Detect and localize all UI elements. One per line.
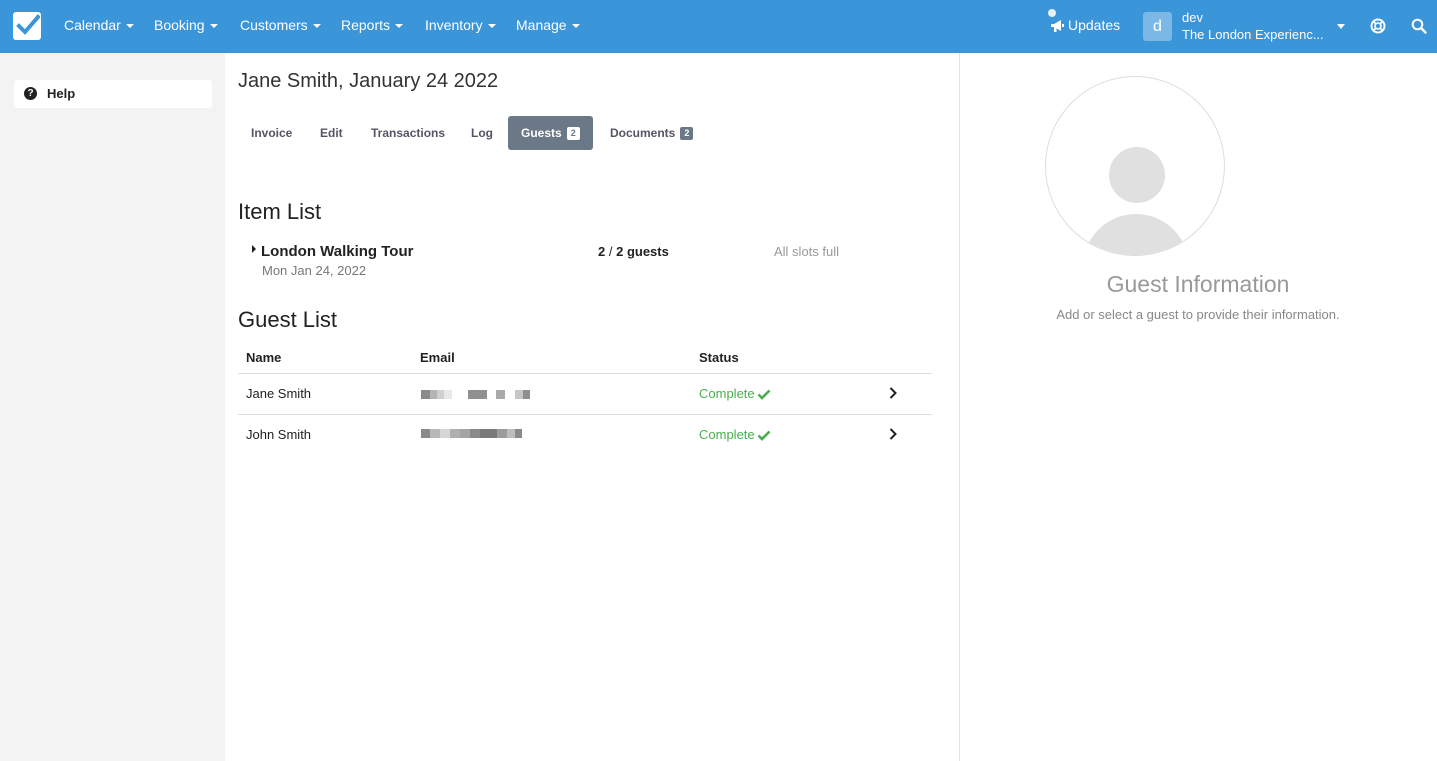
megaphone-icon	[1051, 20, 1064, 33]
caret-down-icon	[487, 24, 496, 29]
help-button[interactable]: ? Help	[14, 80, 212, 108]
nav-reports[interactable]: Reports	[341, 0, 404, 53]
tab-guests[interactable]: Guests 2	[508, 116, 593, 150]
check-icon	[757, 389, 771, 400]
help-label: Help	[47, 86, 76, 101]
tab-label: Transactions	[371, 126, 446, 140]
tab-label: Invoice	[251, 126, 293, 140]
guest-info-title: Guest Information	[1106, 271, 1290, 297]
item-guest-count: 2 / 2 guests	[598, 244, 669, 259]
user-org[interactable]: The London Experienc...	[1182, 27, 1330, 42]
nav-inventory[interactable]: Inventory	[425, 0, 496, 53]
tab-edit[interactable]: Edit	[307, 116, 356, 150]
status-label: Complete	[699, 386, 755, 401]
tab-label: Guests	[521, 126, 562, 140]
status-label: Complete	[699, 427, 755, 442]
chevron-right-icon[interactable]	[889, 387, 897, 399]
guest-count-suffix: guests	[626, 244, 669, 259]
nav-calendar-label: Calendar	[64, 17, 121, 33]
nav-customers[interactable]: Customers	[240, 0, 321, 53]
updates-label: Updates	[1068, 17, 1121, 33]
nav-reports-label: Reports	[341, 17, 391, 33]
email-redacted	[421, 390, 530, 399]
column-header-email: Email	[420, 350, 455, 365]
check-icon	[757, 430, 771, 441]
item-date: Mon Jan 24, 2022	[262, 263, 367, 278]
email-redacted	[421, 429, 522, 438]
nav-booking-label: Booking	[154, 17, 205, 33]
nav-booking[interactable]: Booking	[154, 0, 218, 53]
caret-down-icon	[125, 24, 134, 29]
tab-documents[interactable]: Documents 2	[597, 116, 706, 150]
tab-label: Documents	[610, 126, 676, 140]
caret-down-icon	[395, 24, 404, 29]
guest-capacity: 2	[616, 244, 624, 259]
user-name[interactable]: dev	[1182, 10, 1203, 25]
nav-manage[interactable]: Manage	[516, 0, 580, 53]
guest-name[interactable]: Jane Smith	[246, 386, 311, 401]
nav-calendar[interactable]: Calendar	[64, 0, 134, 53]
item-list-title: Item List	[238, 199, 322, 224]
count-badge: 2	[680, 127, 694, 141]
guest-list-title: Guest List	[238, 307, 338, 332]
expand-caret-icon[interactable]	[252, 245, 256, 253]
item-slots-status: All slots full	[774, 244, 840, 259]
tab-transactions[interactable]: Transactions	[358, 116, 458, 150]
user-avatar[interactable]: d	[1143, 12, 1172, 41]
tab-log[interactable]: Log	[458, 116, 506, 150]
tab-label: Log	[471, 126, 493, 140]
guest-count: 2	[598, 244, 606, 259]
table-divider	[238, 414, 932, 415]
tab-invoice[interactable]: Invoice	[238, 116, 305, 150]
status-complete: Complete	[699, 386, 771, 401]
top-navbar: Calendar Booking Customers Reports Inven…	[0, 0, 1437, 53]
column-header-status: Status	[699, 350, 739, 365]
user-menu-caret-icon[interactable]	[1337, 24, 1345, 29]
search-icon[interactable]	[1411, 18, 1427, 34]
updates-button[interactable]: Updates	[1048, 0, 1121, 53]
guest-name[interactable]: John Smith	[246, 427, 311, 442]
column-header-name: Name	[246, 350, 282, 365]
guest-avatar-placeholder-icon	[1045, 76, 1225, 256]
nav-customers-label: Customers	[240, 17, 308, 33]
sidebar: ? Help	[0, 53, 225, 761]
caret-down-icon	[571, 24, 580, 29]
checkbox-logo-icon[interactable]	[13, 12, 41, 40]
nav-inventory-label: Inventory	[425, 17, 483, 33]
status-complete: Complete	[699, 427, 771, 442]
item-name[interactable]: London Walking Tour	[261, 243, 413, 260]
nav-manage-label: Manage	[516, 17, 567, 33]
tab-label: Edit	[320, 126, 343, 140]
notification-dot	[1048, 9, 1056, 17]
table-divider	[238, 373, 932, 374]
page-title: Jane Smith, January 24 2022	[238, 70, 499, 92]
guest-info-subtitle: Add or select a guest to provide their i…	[1056, 307, 1340, 322]
caret-down-icon	[312, 24, 321, 29]
question-circle-icon: ?	[24, 87, 37, 100]
count-badge: 2	[566, 127, 580, 141]
chevron-right-icon[interactable]	[889, 428, 897, 440]
caret-down-icon	[209, 24, 218, 29]
lifebuoy-icon[interactable]	[1370, 18, 1386, 34]
